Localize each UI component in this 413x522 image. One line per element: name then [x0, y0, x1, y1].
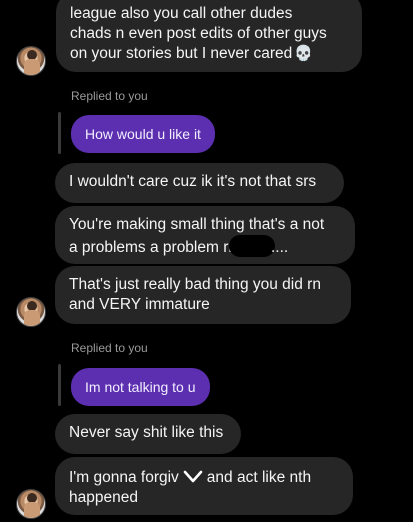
message-bubble[interactable]: I'm gonna forgiv and act like nth happene… — [55, 457, 353, 515]
message-line: I'm gonna forgiv and act like nth — [69, 466, 339, 488]
replied-to-you-label: Replied to you — [71, 341, 148, 355]
chevron-down-icon[interactable] — [179, 466, 207, 486]
avatar[interactable] — [16, 489, 46, 519]
message-bubble[interactable]: That's just really bad thing you did rn … — [55, 266, 351, 324]
message-bubble[interactable]: I wouldn't care cuz ik it's not that srs — [55, 163, 344, 203]
replied-to-you-label: Replied to you — [71, 89, 148, 103]
avatar-torso — [24, 310, 40, 326]
message-line: league also you call other dudes — [70, 5, 293, 22]
message-bubble[interactable]: league also you call other dudes chads n… — [56, 0, 362, 72]
censor-blot — [229, 235, 275, 257]
message-text: I wouldn't care cuz ik it's not that srs — [69, 173, 317, 190]
reply-quote[interactable]: How would u like it — [71, 115, 215, 153]
message-line: on your stories but I never cared 💀 — [70, 45, 313, 62]
avatar-torso — [24, 59, 40, 75]
skull-emoji: 💀 — [294, 45, 313, 62]
avatar[interactable] — [16, 297, 46, 327]
reply-quote[interactable]: Im not talking to u — [71, 368, 210, 406]
reply-quote-bar — [58, 364, 61, 406]
reply-quote-bar — [58, 112, 61, 154]
message-bubble[interactable]: Never say shit like this — [55, 414, 241, 454]
avatar-torso — [24, 502, 40, 518]
message-bubble[interactable]: You're making small thing that's a not a… — [55, 206, 355, 264]
message-line: That's just really bad thing you did rn — [69, 276, 321, 293]
message-line: You're making small thing that's a not — [69, 216, 325, 233]
message-text: Never say shit like this — [69, 424, 224, 441]
message-line: chads n even post edits of other guys — [70, 25, 327, 42]
message-line: and VERY immature — [69, 296, 210, 313]
message-line: happened — [69, 489, 138, 506]
message-line: a problems a problem rn.... — [69, 235, 341, 258]
avatar[interactable] — [16, 46, 46, 76]
